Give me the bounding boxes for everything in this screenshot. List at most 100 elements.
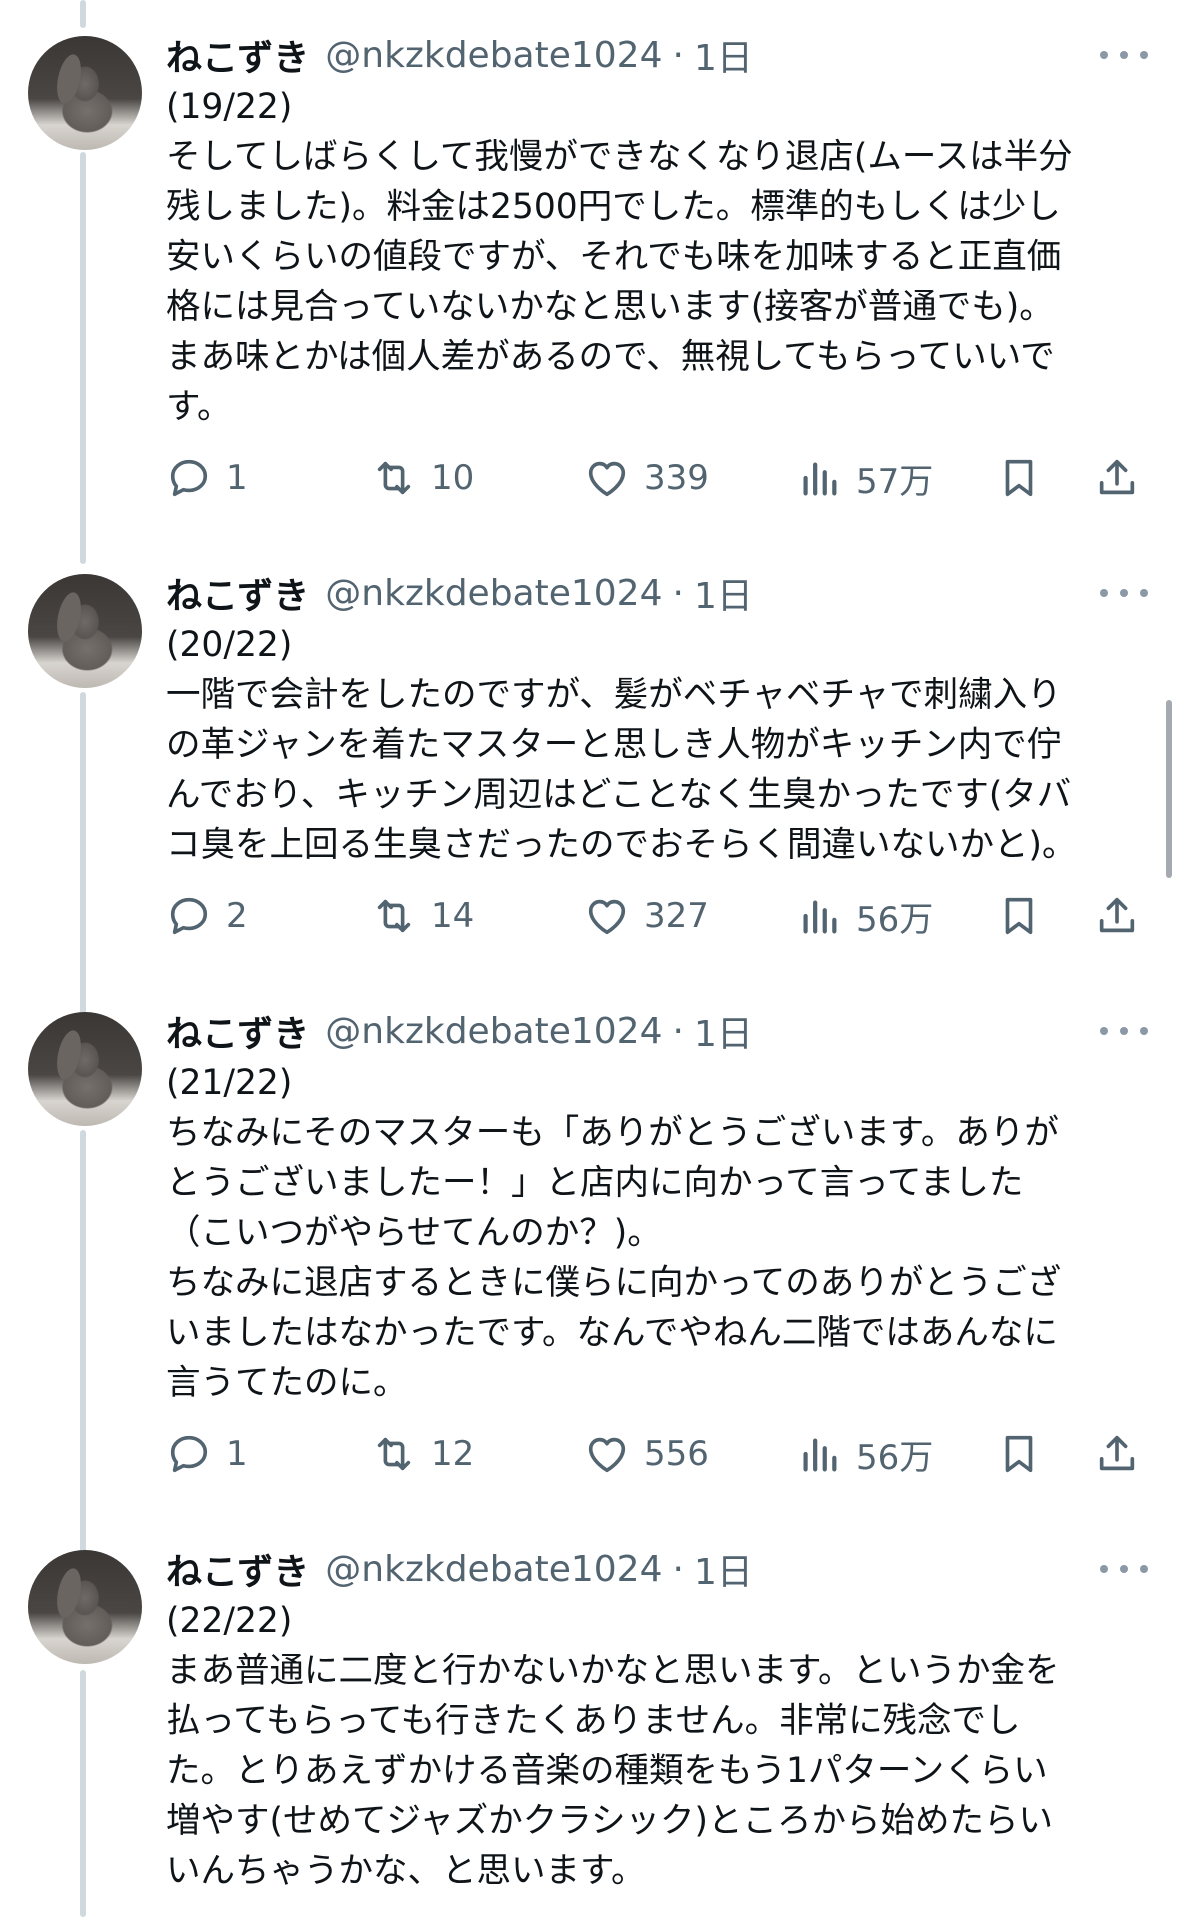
- views-count: 56万: [856, 1437, 934, 1478]
- text-line: 払ってもらっても行きたくありません。非常に残念でし: [166, 1701, 1021, 1741]
- views-icon: [803, 900, 837, 934]
- views-count: 57万: [856, 461, 934, 502]
- reply-button[interactable]: 2: [166, 886, 248, 946]
- more-icon[interactable]: [1100, 1006, 1148, 1056]
- display-name[interactable]: ねこずき: [166, 29, 309, 81]
- heart-icon: [588, 1437, 626, 1473]
- reply-count: 2: [226, 896, 248, 936]
- views-icon: [803, 462, 837, 496]
- share-button[interactable]: [1094, 448, 1140, 508]
- tweet-text: (20/22) 一階で会計をしたのですが、髪がベチャベチャで刺繍入り の革ジャン…: [166, 620, 1146, 870]
- bookmark-icon: [1005, 897, 1033, 935]
- views-count: 56万: [856, 899, 934, 940]
- separator: ·: [672, 572, 684, 614]
- avatar[interactable]: [28, 36, 142, 150]
- text-line: 増やす(せめてジャズかクラシック)ところから始めたらい: [166, 1801, 1054, 1841]
- text-line: (19/22): [166, 87, 293, 127]
- reply-button[interactable]: 1: [166, 1424, 248, 1484]
- share-button[interactable]: [1094, 1424, 1140, 1484]
- text-line: 残しました)。料金は2500円でした。標準的もしくは少し: [166, 187, 1061, 227]
- bookmark-button[interactable]: [996, 448, 1042, 508]
- text-line: （こいつがやらせてんのか？)。: [166, 1213, 662, 1253]
- user-handle[interactable]: @nkzkdebate1024: [325, 35, 662, 76]
- display-name[interactable]: ねこずき: [166, 1005, 309, 1057]
- text-line: 安いくらいの値段ですが、それでも味を加味すると正直価: [166, 237, 1062, 277]
- retweet-button[interactable]: 10: [371, 448, 474, 508]
- retweet-count: 12: [431, 1434, 475, 1474]
- like-count: 556: [644, 1434, 709, 1474]
- text-line: (22/22): [166, 1601, 293, 1641]
- user-handle[interactable]: @nkzkdebate1024: [325, 1549, 662, 1590]
- retweet-button[interactable]: 14: [371, 886, 474, 946]
- retweet-button[interactable]: 12: [371, 1424, 474, 1484]
- separator: ·: [672, 34, 684, 76]
- like-button[interactable]: 339: [584, 448, 709, 508]
- text-line: す。: [166, 387, 232, 427]
- more-icon[interactable]: [1100, 568, 1148, 618]
- tweet-text: (19/22) そしてしばらくして我慢ができなくなり退店(ムースは半分 残しまし…: [166, 82, 1146, 432]
- user-handle[interactable]: @nkzkdebate1024: [325, 1011, 662, 1052]
- tweet-header: ねこずき @nkzkdebate1024 · 1日: [166, 30, 753, 80]
- reply-count: 1: [226, 458, 248, 498]
- user-handle[interactable]: @nkzkdebate1024: [325, 573, 662, 614]
- bookmark-button[interactable]: [996, 886, 1042, 946]
- text-line: まあ普通に二度と行かないかなと思います。というか金を: [166, 1651, 1060, 1691]
- like-button[interactable]: 556: [584, 1424, 709, 1484]
- tweet-header: ねこずき @nkzkdebate1024 · 1日: [166, 568, 753, 618]
- reply-icon: [170, 1435, 208, 1473]
- text-line: とうございましたー！」と店内に向かって言ってました: [166, 1163, 1024, 1203]
- reply-icon: [170, 897, 208, 935]
- like-count: 327: [644, 896, 709, 936]
- share-button[interactable]: [1094, 886, 1140, 946]
- text-line: 言うてたのに。: [166, 1363, 408, 1403]
- share-icon: [1099, 897, 1135, 933]
- retweet-icon: [377, 1437, 411, 1471]
- heart-icon: [588, 899, 626, 935]
- share-icon: [1099, 1435, 1135, 1471]
- timestamp[interactable]: 1日: [694, 1005, 753, 1057]
- tweet-header: ねこずき @nkzkdebate1024 · 1日: [166, 1006, 753, 1056]
- more-icon[interactable]: [1100, 1544, 1148, 1594]
- bookmark-button[interactable]: [996, 1424, 1042, 1484]
- views-icon: [803, 1438, 837, 1472]
- tweet-text: (21/22) ちなみにそのマスターも「ありがとうございます。ありが とうござい…: [166, 1058, 1146, 1408]
- thread-line: [80, 1130, 86, 1554]
- retweet-icon: [377, 461, 411, 495]
- views-button[interactable]: 57万: [796, 448, 933, 508]
- timestamp[interactable]: 1日: [694, 29, 753, 81]
- more-icon[interactable]: [1100, 30, 1148, 80]
- thread-line: [80, 692, 86, 1014]
- timestamp[interactable]: 1日: [694, 1543, 753, 1595]
- share-icon: [1099, 459, 1135, 495]
- retweet-icon: [377, 899, 411, 933]
- text-line: んでおり、キッチン周辺はどことなく生臭かったです(タバ: [166, 775, 1072, 815]
- retweet-count: 10: [431, 458, 475, 498]
- text-line: いんちゃうかな、と思います。: [166, 1851, 646, 1891]
- text-line: コ臭を上回る生臭さだったのでおそらく間違いないかと)。: [166, 825, 1077, 865]
- reply-count: 1: [226, 1434, 248, 1474]
- thread-line: [80, 152, 86, 564]
- reply-button[interactable]: 1: [166, 448, 248, 508]
- timestamp[interactable]: 1日: [694, 567, 753, 619]
- scrollbar[interactable]: [1166, 700, 1172, 878]
- text-line: (20/22): [166, 625, 293, 665]
- thread-line: [80, 1670, 86, 1917]
- text-line: 格には見合っていないかなと思います(接客が普通でも)。: [166, 287, 1054, 327]
- views-button[interactable]: 56万: [796, 1424, 933, 1484]
- text-line: た。とりあえずかける音楽の種類をもう1パターンくらい: [166, 1751, 1048, 1791]
- display-name[interactable]: ねこずき: [166, 1543, 309, 1595]
- text-line: そしてしばらくして我慢ができなくなり退店(ムースは半分: [166, 137, 1073, 177]
- like-count: 339: [644, 458, 709, 498]
- display-name[interactable]: ねこずき: [166, 567, 309, 619]
- avatar[interactable]: [28, 1550, 142, 1664]
- avatar[interactable]: [28, 574, 142, 688]
- separator: ·: [672, 1548, 684, 1590]
- action-bar: 1 12 556 56万: [166, 1424, 1156, 1484]
- reply-icon: [170, 459, 208, 497]
- like-button[interactable]: 327: [584, 886, 709, 946]
- text-line: ちなみに退店するときに僕らに向かってのありがとうござ: [166, 1263, 1062, 1303]
- action-bar: 2 14 327 56万: [166, 886, 1156, 946]
- views-button[interactable]: 56万: [796, 886, 933, 946]
- avatar[interactable]: [28, 1012, 142, 1126]
- separator: ·: [672, 1010, 684, 1052]
